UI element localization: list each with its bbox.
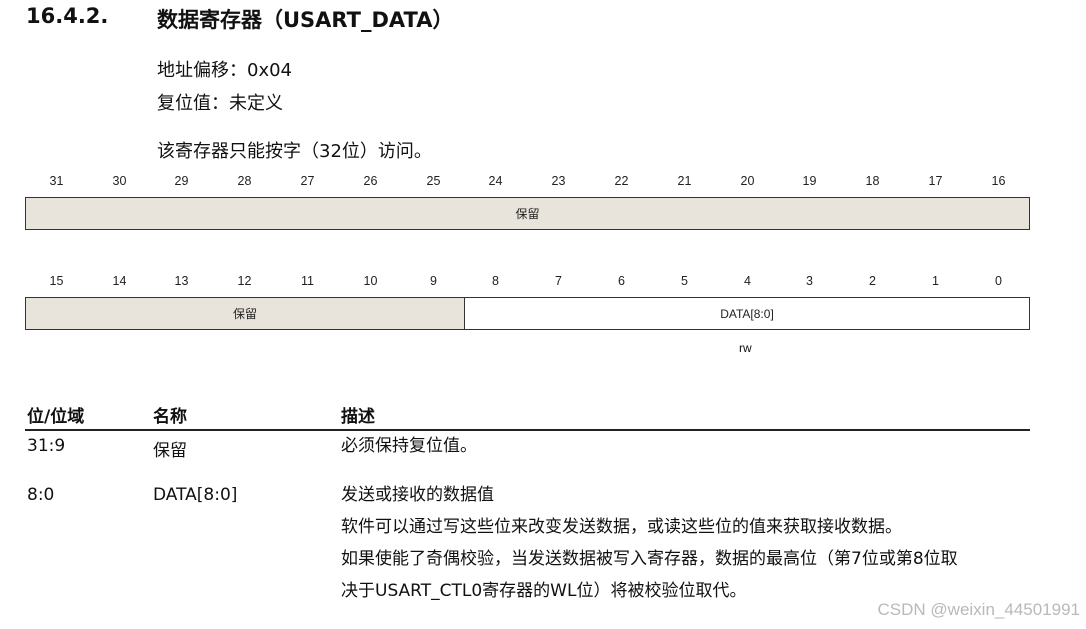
bit-number: 1 bbox=[932, 274, 939, 288]
description-line: 必须保持复位值。 bbox=[341, 436, 477, 456]
bit-number: 20 bbox=[740, 174, 755, 188]
access-type: rw bbox=[739, 341, 752, 355]
bit-number: 26 bbox=[363, 174, 378, 188]
bit-number: 23 bbox=[551, 174, 566, 188]
reserved-field-lower: 保留 bbox=[25, 297, 465, 330]
bit-number: 28 bbox=[237, 174, 252, 188]
reset-value: 复位值：未定义 bbox=[157, 93, 283, 114]
bit-number: 24 bbox=[488, 174, 503, 188]
row-bits: 8:0 bbox=[27, 485, 55, 505]
bit-number: 22 bbox=[614, 174, 629, 188]
upper-bit-numbers: 31 30 29 28 27 26 25 24 23 22 21 20 19 1… bbox=[25, 174, 1030, 192]
row-name: 保留 bbox=[153, 441, 187, 461]
bit-number: 29 bbox=[174, 174, 189, 188]
header-name: 名称 bbox=[153, 407, 187, 427]
description-line: 决于USART_CTL0寄存器的WL位）将被校验位取代。 bbox=[341, 581, 747, 601]
bit-number: 2 bbox=[869, 274, 876, 288]
watermark: CSDN @weixin_44501991 bbox=[877, 600, 1080, 619]
reserved-field-upper: 保留 bbox=[25, 197, 1030, 230]
bit-number: 25 bbox=[426, 174, 441, 188]
bit-number: 18 bbox=[865, 174, 880, 188]
lower-bit-numbers: 15 14 13 12 11 10 9 8 7 6 5 4 3 2 1 0 bbox=[25, 274, 1030, 292]
bit-number: 30 bbox=[112, 174, 127, 188]
row-name: DATA[8:0] bbox=[153, 485, 238, 505]
bit-number: 12 bbox=[237, 274, 252, 288]
bit-number: 7 bbox=[555, 274, 562, 288]
header-description: 描述 bbox=[341, 407, 375, 427]
header-bits: 位/位域 bbox=[27, 407, 85, 427]
bit-number: 15 bbox=[49, 274, 64, 288]
address-offset: 地址偏移：0x04 bbox=[157, 60, 293, 81]
data-field: DATA[8:0] bbox=[464, 297, 1030, 330]
bit-number: 11 bbox=[301, 274, 314, 288]
bit-number: 8 bbox=[492, 274, 499, 288]
description-line: 软件可以通过写这些位来改变发送数据，或读这些位的值来获取接收数据。 bbox=[341, 517, 902, 537]
bit-number: 17 bbox=[928, 174, 943, 188]
row-bits: 31:9 bbox=[27, 436, 66, 456]
row-description: 必须保持复位值。 bbox=[341, 430, 477, 462]
bit-number: 6 bbox=[618, 274, 625, 288]
bit-number: 13 bbox=[174, 274, 189, 288]
bit-number: 9 bbox=[430, 274, 437, 288]
bit-number: 5 bbox=[681, 274, 688, 288]
bit-number: 4 bbox=[744, 274, 751, 288]
bit-number: 21 bbox=[677, 174, 692, 188]
bit-number: 27 bbox=[300, 174, 315, 188]
section-number: 16.4.2. bbox=[26, 4, 109, 28]
row-description: 发送或接收的数据值 软件可以通过写这些位来改变发送数据，或读这些位的值来获取接收… bbox=[341, 479, 958, 607]
access-note: 该寄存器只能按字（32位）访问。 bbox=[157, 141, 432, 162]
table-header-rule bbox=[25, 429, 1030, 431]
bit-number: 10 bbox=[363, 274, 378, 288]
bit-number: 14 bbox=[112, 274, 127, 288]
description-line: 如果使能了奇偶校验，当发送数据被写入寄存器，数据的最高位（第7位或第8位取 bbox=[341, 549, 958, 569]
bit-number: 3 bbox=[806, 274, 813, 288]
bit-number: 0 bbox=[995, 274, 1002, 288]
description-line: 发送或接收的数据值 bbox=[341, 485, 494, 505]
bit-number: 19 bbox=[802, 174, 817, 188]
bit-number: 31 bbox=[49, 174, 64, 188]
section-title: 数据寄存器（USART_DATA） bbox=[157, 8, 454, 32]
bit-number: 16 bbox=[991, 174, 1006, 188]
